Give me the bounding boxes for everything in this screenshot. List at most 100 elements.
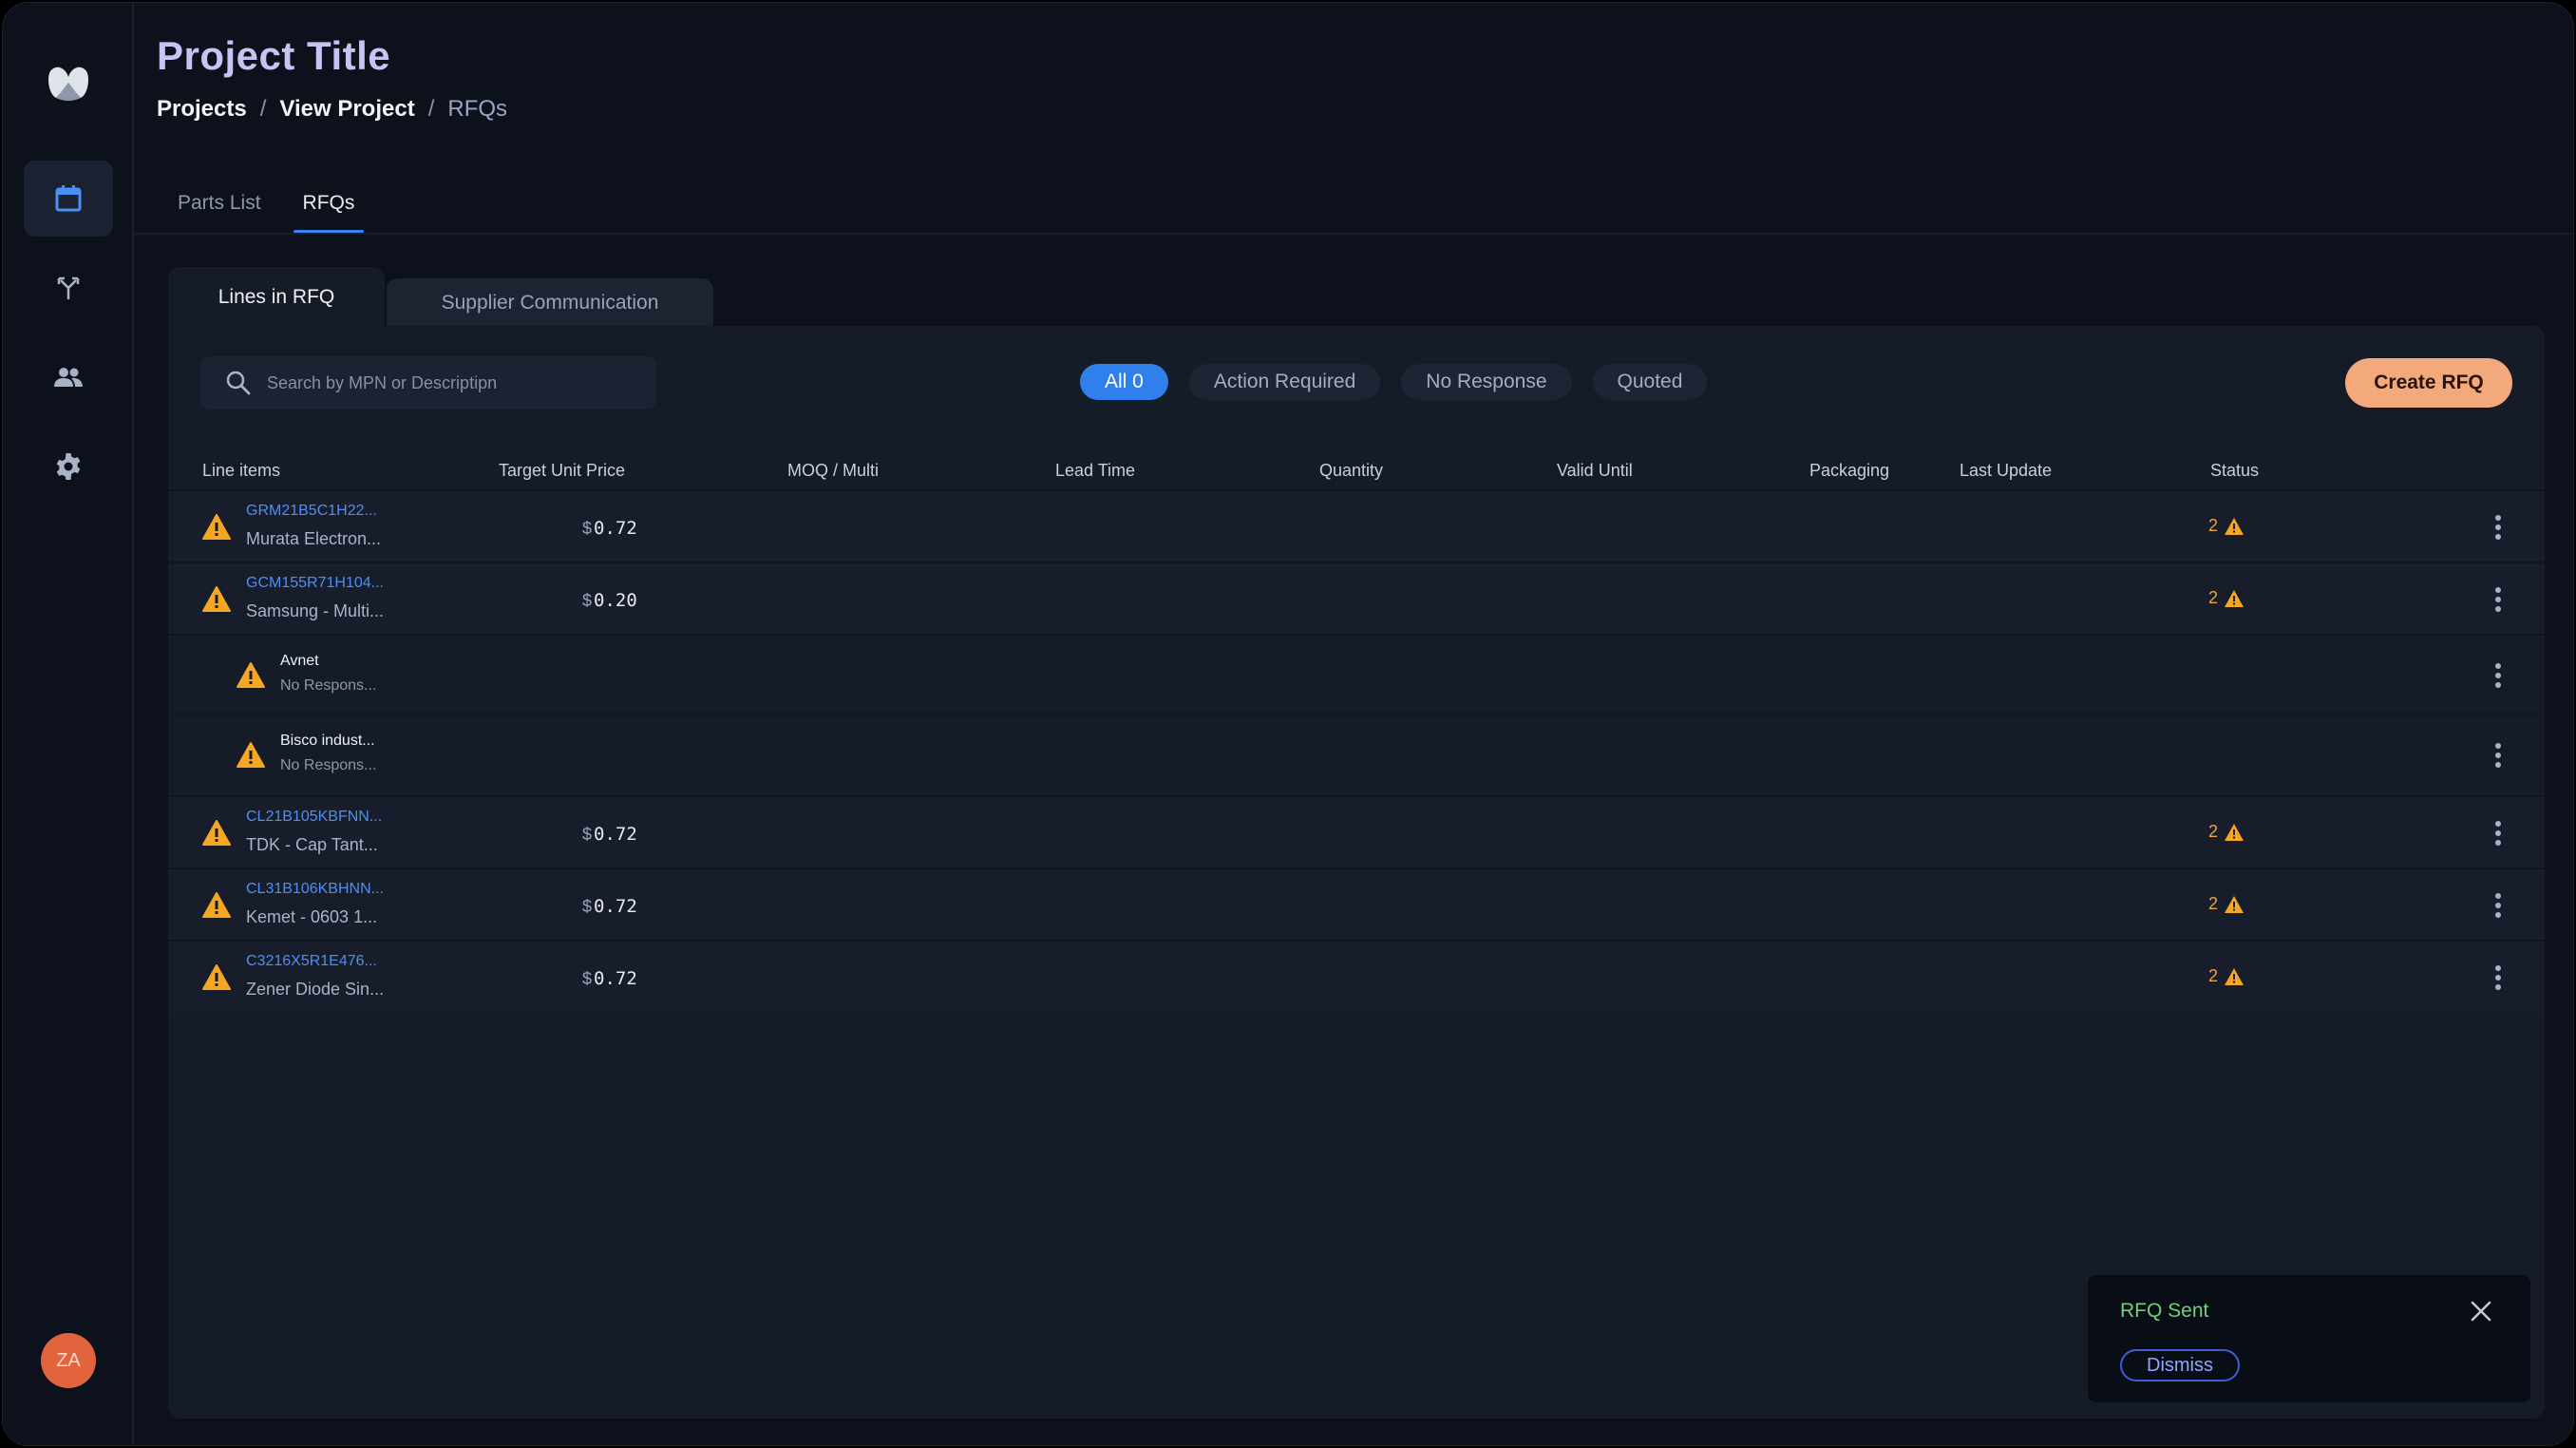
warning-icon	[202, 514, 231, 540]
status-badge: 2	[2208, 516, 2245, 536]
merge-arrows-icon	[57, 276, 80, 299]
dismiss-button[interactable]: Dismiss	[2120, 1349, 2240, 1381]
line-mpn[interactable]: CL31B106KBHNN...	[246, 881, 384, 898]
status-badge: 2	[2208, 822, 2245, 842]
status-filters: All 0 Action Required No Response Quoted	[1080, 364, 1708, 400]
filter-quoted[interactable]: Quoted	[1592, 364, 1708, 400]
column-header[interactable]: Quantity	[1319, 461, 1383, 481]
kebab-menu-icon	[2495, 965, 2501, 990]
column-header[interactable]: Lead Time	[1055, 461, 1135, 481]
user-avatar[interactable]: ZA	[41, 1333, 96, 1388]
price-value: 0.72	[594, 968, 637, 989]
price-value: 0.72	[594, 824, 637, 845]
supplier-row[interactable]: Avnet No Respons...	[168, 634, 2545, 714]
column-header[interactable]: Target Unit Price	[499, 461, 625, 481]
close-icon[interactable]	[2468, 1298, 2494, 1324]
create-rfq-button[interactable]: Create RFQ	[2345, 358, 2512, 408]
kebab-menu-icon	[2495, 893, 2501, 918]
breadcrumb-view-project[interactable]: View Project	[279, 96, 414, 123]
status-count: 2	[2208, 516, 2219, 535]
warning-icon	[202, 586, 231, 612]
app-window: ZA Project Title Projects / View Project…	[2, 2, 2574, 1446]
line-description: Kemet - 0603 1...	[246, 907, 378, 926]
kebab-menu-icon	[2495, 515, 2501, 540]
currency-symbol: $	[582, 591, 593, 610]
row-menu-button[interactable]	[2486, 736, 2510, 774]
subtab-supplier-communication[interactable]: Supplier Communication	[387, 278, 713, 328]
target-price: $0.72	[582, 968, 637, 989]
currency-symbol: $	[582, 969, 593, 988]
line-description: Zener Diode Sin...	[246, 980, 385, 999]
table-row[interactable]: CL31B106KBHNN... Kemet - 0603 1... $0.72…	[168, 867, 2545, 940]
line-description: Murata Electron...	[246, 529, 382, 548]
row-menu-button[interactable]	[2486, 814, 2510, 852]
warning-icon	[202, 964, 231, 990]
warning-icon	[2225, 517, 2245, 535]
line-mpn[interactable]: C3216X5R1E476...	[246, 953, 377, 970]
status-badge: 2	[2208, 588, 2245, 608]
row-menu-button[interactable]	[2486, 508, 2510, 546]
search-box[interactable]	[200, 356, 656, 410]
column-header[interactable]: Valid Until	[1557, 461, 1633, 481]
row-menu-button[interactable]	[2486, 581, 2510, 619]
row-menu-button[interactable]	[2486, 886, 2510, 924]
breadcrumb-projects[interactable]: Projects	[157, 96, 247, 123]
currency-symbol: $	[582, 825, 593, 844]
gear-icon	[56, 453, 81, 480]
search-input[interactable]	[267, 372, 628, 393]
status-count: 2	[2208, 894, 2219, 913]
kebab-menu-icon	[2495, 821, 2501, 846]
warning-icon	[237, 662, 265, 688]
tab-rfqs[interactable]: RFQs	[282, 174, 376, 233]
supplier-name: Bisco indust...	[280, 733, 375, 749]
warning-icon	[2225, 823, 2245, 841]
table-row[interactable]: CL21B105KBFNN... TDK - Cap Tant... $0.72…	[168, 795, 2545, 867]
warning-icon	[2225, 589, 2245, 607]
users-icon	[54, 368, 83, 387]
sidebar-item-settings[interactable]	[24, 429, 113, 505]
sidebar-item-merge[interactable]	[24, 250, 113, 326]
row-menu-button[interactable]	[2486, 657, 2510, 695]
price-value: 0.20	[594, 590, 637, 611]
table-row[interactable]: C3216X5R1E476... Zener Diode Sin... $0.7…	[168, 940, 2545, 1012]
filter-action-required[interactable]: Action Required	[1188, 364, 1381, 400]
calendar-icon	[55, 185, 82, 212]
status-badge: 2	[2208, 894, 2245, 914]
row-menu-button[interactable]	[2486, 959, 2510, 997]
rfq-panel: All 0 Action Required No Response Quoted…	[168, 326, 2545, 1419]
supplier-status: No Respons...	[280, 677, 377, 694]
column-header[interactable]: MOQ / Multi	[787, 461, 879, 481]
warning-icon	[202, 820, 231, 846]
line-mpn[interactable]: GCM155R71H104...	[246, 575, 384, 592]
target-price: $0.20	[582, 590, 637, 611]
warning-icon	[2225, 967, 2245, 985]
line-mpn[interactable]: GRM21B5C1H22...	[246, 503, 377, 520]
column-header[interactable]: Last Update	[1960, 461, 2052, 481]
status-badge: 2	[2208, 966, 2245, 986]
line-mpn[interactable]: CL21B105KBFNN...	[246, 809, 382, 826]
column-header[interactable]: Line items	[202, 461, 280, 481]
filter-all[interactable]: All 0	[1080, 364, 1168, 400]
currency-symbol: $	[582, 519, 593, 538]
kebab-menu-icon	[2495, 743, 2501, 768]
table-row[interactable]: GCM155R71H104... Samsung - Multi... $0.2…	[168, 562, 2545, 634]
table-header: Line items Target Unit Price MOQ / Multi…	[168, 451, 2545, 489]
currency-symbol: $	[582, 897, 593, 916]
column-header[interactable]: Packaging	[1809, 461, 1889, 481]
table-row[interactable]: GRM21B5C1H22... Murata Electron... $0.72…	[168, 489, 2545, 562]
line-description: Samsung - Multi...	[246, 601, 385, 620]
kebab-menu-icon	[2495, 587, 2501, 612]
sidebar-item-users[interactable]	[24, 339, 113, 415]
breadcrumb-current: RFQs	[447, 96, 508, 122]
supplier-row[interactable]: Bisco indust... No Respons...	[168, 714, 2545, 795]
sidebar: ZA	[3, 3, 134, 1445]
status-count: 2	[2208, 966, 2219, 985]
breadcrumb-separator: /	[427, 96, 435, 122]
breadcrumb: Projects / View Project / RFQs	[157, 96, 507, 123]
column-header[interactable]: Status	[2210, 461, 2259, 481]
subtab-lines-in-rfq[interactable]: Lines in RFQ	[168, 267, 385, 328]
sidebar-item-calendar[interactable]	[24, 161, 113, 237]
filter-no-response[interactable]: No Response	[1401, 364, 1572, 400]
supplier-name: Avnet	[280, 653, 319, 669]
tab-parts-list[interactable]: Parts List	[157, 174, 282, 233]
